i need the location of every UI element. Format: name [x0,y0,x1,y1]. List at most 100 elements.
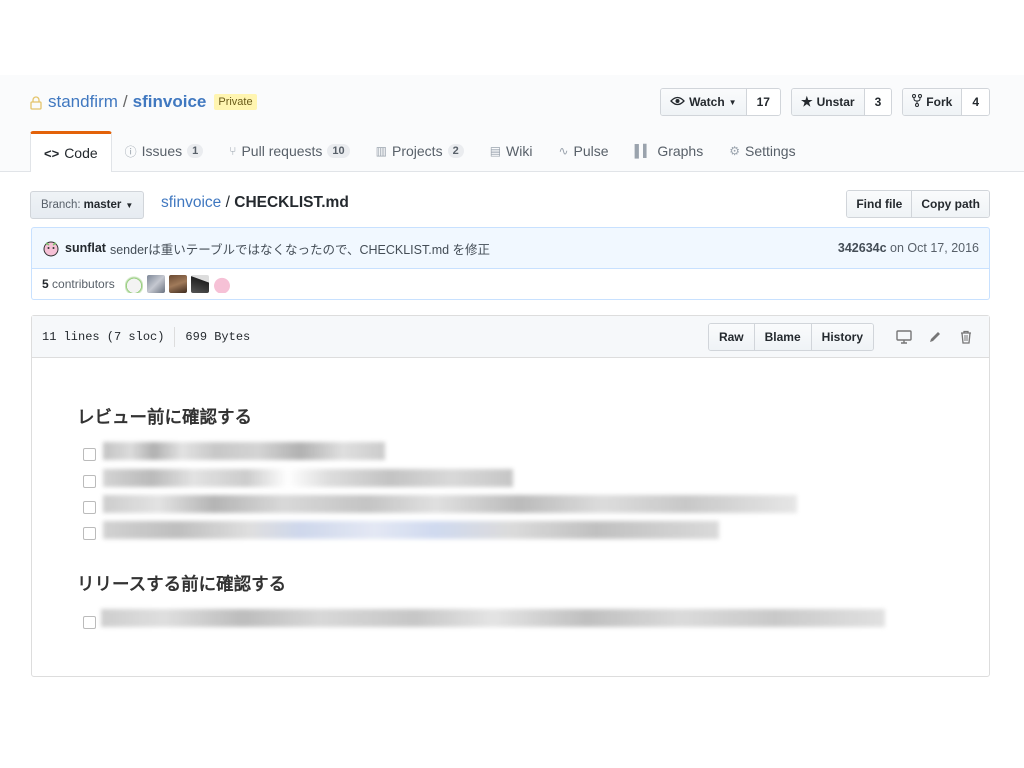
file-header: 11 lines (7 sloc) 699 Bytes Raw Blame Hi… [32,316,989,358]
history-button[interactable]: History [810,323,873,350]
avatar[interactable] [124,274,143,293]
star-count[interactable]: 3 [864,89,892,115]
commit-message[interactable]: senderは重いテーブルではなくなったので、CHECKLIST.md を修正 [110,239,490,258]
book-icon: ▤ [489,144,502,158]
tab-label: Issues [141,143,183,159]
watch-count[interactable]: 17 [746,89,780,115]
watch-button[interactable]: Watch ▼ [661,89,747,115]
issues-counter: 1 [187,144,204,158]
tab-graphs[interactable]: ▌▍ Graphs [622,131,717,171]
file-box: 11 lines (7 sloc) 699 Bytes Raw Blame Hi… [31,315,990,677]
chevron-down-icon: ▼ [728,97,737,107]
tab-settings[interactable]: ⚙ Settings [716,131,808,171]
blame-button[interactable]: Blame [753,323,811,350]
redacted-task-text [103,469,513,487]
task-checkbox[interactable] [83,448,96,461]
tab-pulse[interactable]: ∿ Pulse [545,131,621,171]
redacted-task-text [103,495,797,513]
unstar-label: Unstar [816,95,855,109]
commit-meta: 342634c on Oct 17, 2016 [838,241,979,255]
branch-select-button[interactable]: Branch: master ▼ [30,191,145,219]
section-heading: レビュー前に確認する [77,407,252,427]
code-icon: <> [44,145,60,161]
tab-label: Wiki [506,143,533,159]
tab-pull-requests[interactable]: ⑂ Pull requests 10 [216,131,362,171]
pulse-icon: ∿ [558,144,569,158]
contributors-bar: 5 contributors [31,268,990,300]
copy-path-button[interactable]: Copy path [911,191,989,217]
repo-actions: Watch ▼ 17 ★ Unstar 3 Fork 4 [660,88,990,116]
trash-icon[interactable] [955,327,977,347]
breadcrumb-repo-link[interactable]: sfinvoice [161,194,221,211]
projects-counter: 2 [447,144,464,158]
breadcrumb: sfinvoice / CHECKLIST.md [161,194,349,212]
find-file-button[interactable]: Find file [847,191,912,217]
avatar[interactable] [42,239,60,257]
redacted-task-text [101,609,885,627]
file-actions: Raw Blame History [707,322,977,351]
file-nav-buttons: Find file Copy path [846,190,990,218]
lock-icon [30,95,42,110]
graph-icon: ▌▍ [634,144,653,158]
tab-wiki[interactable]: ▤ Wiki [477,131,546,171]
raw-button[interactable]: Raw [708,323,754,350]
fork-label: Fork [926,95,953,109]
repo-title: standfirm / sfinvoice Private [30,90,257,114]
pull-requests-counter: 10 [327,144,350,158]
tab-code[interactable]: <> Code [30,131,112,172]
task-checkbox[interactable] [83,501,96,514]
fork-group: Fork 4 [902,88,990,116]
file-size: 699 Bytes [185,329,251,344]
tab-label: Pull requests [241,143,323,159]
redacted-task-text [103,521,719,539]
avatar[interactable] [146,274,165,293]
task-checkbox[interactable] [83,616,96,629]
pencil-icon[interactable] [924,327,946,347]
watch-group: Watch ▼ 17 [660,88,781,116]
commit-author[interactable]: sunflat [65,241,106,255]
tab-label: Projects [392,143,443,159]
project-icon: ▥ [375,144,387,158]
gear-icon: ⚙ [729,144,740,158]
breadcrumb-file: CHECKLIST.md [234,194,349,211]
repo-nav-tabs: <> Code ⓘ Issues 1 ⑂ Pull requests 10 ▥ … [30,131,809,172]
tab-label: Code [64,145,98,161]
contributors-count[interactable]: 5 contributors [42,277,115,291]
redacted-task-text [103,442,385,460]
repo-separator: / [122,92,128,111]
star-group: ★ Unstar 3 [790,88,893,116]
tab-label: Settings [745,143,796,159]
fork-icon [912,94,923,110]
star-icon: ★ [800,94,813,109]
file-line-count: 11 lines (7 sloc) [42,329,165,344]
commit-tease: sunflat senderは重いテーブルではなくなったので、CHECKLIST… [31,227,990,269]
chevron-down-icon: ▼ [125,200,134,210]
avatar[interactable] [212,274,231,293]
commit-date: on Oct 17, 2016 [890,241,979,255]
tab-issues[interactable]: ⓘ Issues 1 [112,131,217,171]
private-badge: Private [214,94,257,110]
issue-icon: ⓘ [124,144,137,159]
breadcrumb-separator: / [225,194,230,211]
task-checkbox[interactable] [83,475,96,488]
task-checkbox[interactable] [83,527,96,540]
repo-name-link[interactable]: sfinvoice [133,92,207,112]
branch-name: master [83,199,122,211]
tab-projects[interactable]: ▥ Projects 2 [363,131,477,171]
pull-request-icon: ⑂ [229,144,237,158]
tab-label: Pulse [573,143,609,159]
file-info-divider [174,326,176,347]
branch-prefix: Branch: [41,199,81,211]
eye-icon [670,95,685,109]
commit-sha[interactable]: 342634c [838,241,887,255]
unstar-button[interactable]: ★ Unstar [791,89,865,115]
tab-label: Graphs [657,143,704,159]
file-view-buttons: Raw Blame History [707,322,874,351]
repo-owner-link[interactable]: standfirm [48,92,118,112]
avatar[interactable] [190,274,209,293]
desktop-icon[interactable] [893,327,915,347]
fork-button[interactable]: Fork [903,89,963,115]
avatar[interactable] [168,274,187,293]
watch-label: Watch [689,95,725,109]
fork-count[interactable]: 4 [962,89,989,115]
